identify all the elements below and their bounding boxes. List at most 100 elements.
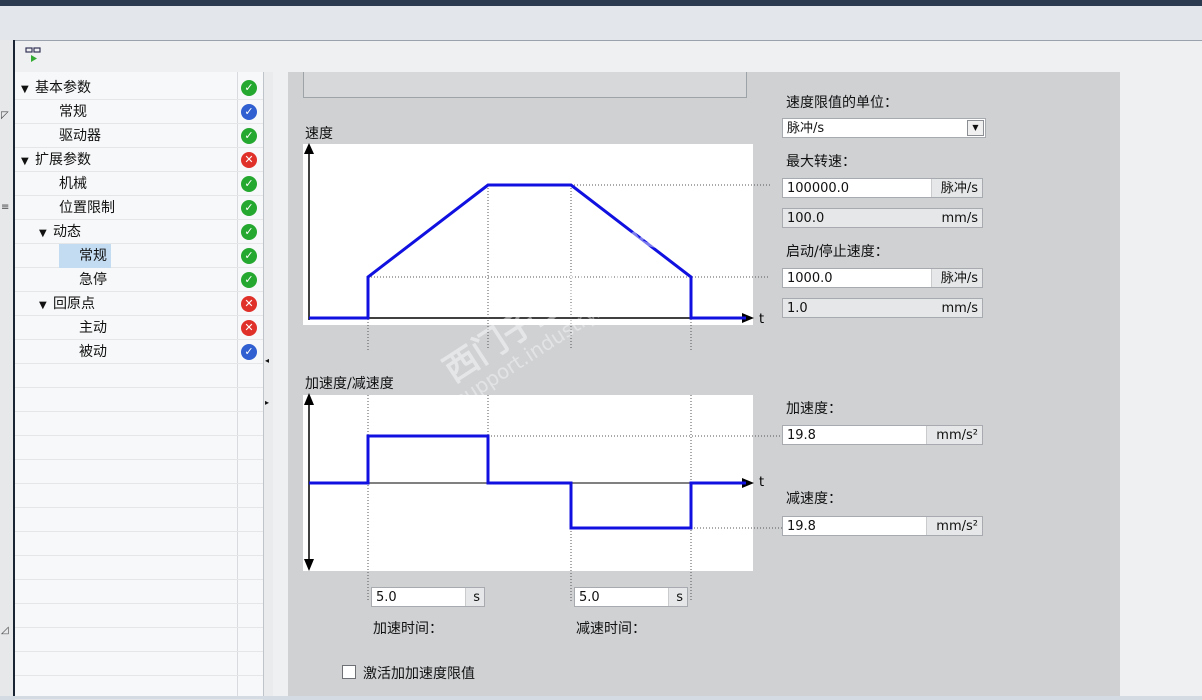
tree-item-label: 驱动器 [59, 128, 101, 144]
ok-status-icon: ✓ [241, 248, 257, 264]
expand-arrow-icon[interactable]: ▼ [39, 294, 53, 318]
tree-item[interactable]: 主动 [59, 316, 107, 340]
deceleration-unit: mm/s² [936, 519, 978, 534]
tree-item-label: 基本参数 [35, 80, 91, 96]
tree-item[interactable]: 位置限制 [39, 196, 115, 220]
deceleration-input[interactable]: 19.8 mm/s² [782, 516, 983, 536]
speed-unit-label: 速度限值的单位： [786, 95, 898, 111]
tree-item-label: 常规 [59, 104, 87, 120]
tree-item-label: 常规 [79, 248, 107, 264]
error-status-icon: ✕ [241, 152, 257, 168]
left-collapsed-panel: ◸ ≡ ◿ [0, 40, 15, 696]
tree-item[interactable]: 被动 [59, 340, 107, 364]
jerk-limit-label: 激活加加速度限值 [363, 666, 475, 682]
tree-row-divider [15, 531, 263, 532]
tree-row-divider [15, 339, 263, 340]
tree-row-divider [15, 603, 263, 604]
tree-row-divider [15, 387, 263, 388]
tree-item-label: 位置限制 [59, 200, 115, 216]
ok-status-icon: ✓ [241, 128, 257, 144]
info-status-icon: ✓ [241, 344, 257, 360]
toolbar [15, 41, 1202, 72]
decel-time-label: 减速时间： [576, 621, 646, 637]
tree-item-label: 主动 [79, 320, 107, 336]
decel-time-unit: s [676, 590, 683, 605]
acceleration-value: 19.8 [787, 428, 816, 443]
menu-icon[interactable]: ≡ [1, 202, 9, 213]
expand-arrow-icon[interactable]: ▼ [39, 222, 53, 246]
navigation-tree: ▼ 基本参数 ✓ 常规 ✓ 驱动器 ✓ ▼ 扩展参数 ✕ 机械 ✓ 位置限制 ✓ ▼ 动态 ✓ 常规 ✓ 急停 ✓ ▼ 回原… [15, 72, 263, 700]
title-bar [0, 6, 1202, 41]
tree-row-divider [15, 459, 263, 460]
ok-status-icon: ✓ [241, 272, 257, 288]
chevron-down-icon[interactable]: ▼ [967, 120, 984, 136]
tree-item[interactable]: ▼ 扩展参数 [21, 148, 91, 172]
max-speed-mm-unit: mm/s [941, 211, 978, 226]
ok-status-icon: ✓ [241, 80, 257, 96]
start-stop-speed-label: 启动/停止速度： [786, 244, 889, 260]
max-speed-mm-value: 100.0 [787, 211, 825, 226]
tree-row-divider [15, 507, 263, 508]
start-stop-speed-value: 1000.0 [787, 271, 833, 286]
acceleration-label: 加速度： [786, 401, 842, 417]
max-speed-unit: 脉冲/s [940, 181, 978, 196]
expand-right-icon[interactable]: ▸ [265, 398, 269, 407]
tree-row-divider [15, 675, 263, 676]
tree-item[interactable]: ▼ 回原点 [39, 292, 95, 316]
tree-row-divider [15, 627, 263, 628]
max-speed-value: 100000.0 [787, 181, 850, 196]
decel-time-input[interactable]: 5.0 s [574, 587, 688, 607]
tree-item-label: 扩展参数 [35, 152, 91, 168]
scroll-up-icon[interactable]: ◸ [1, 110, 9, 121]
expand-arrow-icon[interactable]: ▼ [21, 150, 35, 174]
tree-item[interactable]: 驱动器 [39, 124, 101, 148]
jerk-limit-checkbox[interactable] [342, 665, 356, 679]
collapse-left-icon[interactable]: ◂ [265, 356, 269, 365]
tree-item[interactable]: 机械 [39, 172, 87, 196]
start-stop-speed-input[interactable]: 1000.0 脉冲/s [782, 268, 983, 288]
tree-row-divider [15, 555, 263, 556]
tree-item-label: 回原点 [53, 296, 95, 312]
acceleration-unit: mm/s² [936, 428, 978, 443]
start-stop-mm-unit: mm/s [941, 301, 978, 316]
info-status-icon: ✓ [241, 104, 257, 120]
start-stop-mm-field: 1.0 mm/s [782, 298, 983, 318]
tree-row-divider [15, 579, 263, 580]
ok-status-icon: ✓ [241, 200, 257, 216]
header-box [303, 72, 747, 98]
accel-time-value: 5.0 [376, 590, 397, 605]
max-speed-mm-field: 100.0 mm/s [782, 208, 983, 228]
tree-row-divider [15, 651, 263, 652]
velocity-plot-area [303, 144, 753, 325]
decel-time-value: 5.0 [579, 590, 600, 605]
view-icon[interactable] [25, 46, 43, 64]
scroll-down-icon[interactable]: ◿ [1, 625, 9, 636]
accel-time-label: 加速时间： [373, 621, 443, 637]
tree-item-label: 动态 [53, 224, 81, 240]
panel-margin [273, 72, 288, 696]
tree-row-divider [15, 411, 263, 412]
max-speed-label: 最大转速： [786, 154, 856, 170]
error-status-icon: ✕ [241, 296, 257, 312]
expand-arrow-icon[interactable]: ▼ [21, 78, 35, 102]
ok-status-icon: ✓ [241, 224, 257, 240]
tree-row-divider [15, 363, 263, 364]
tree-row-divider [15, 483, 263, 484]
start-stop-mm-value: 1.0 [787, 301, 808, 316]
acceleration-input[interactable]: 19.8 mm/s² [782, 425, 983, 445]
deceleration-value: 19.8 [787, 519, 816, 534]
tree-item[interactable]: 常规 [59, 244, 111, 268]
tree-item[interactable]: 常规 [39, 100, 87, 124]
tree-item[interactable]: 急停 [59, 268, 107, 292]
error-status-icon: ✕ [241, 320, 257, 336]
tree-item[interactable]: ▼ 基本参数 [21, 76, 91, 100]
accel-time-input[interactable]: 5.0 s [371, 587, 485, 607]
speed-unit-dropdown[interactable]: 脉冲/s ▼ [782, 118, 986, 138]
max-speed-input[interactable]: 100000.0 脉冲/s [782, 178, 983, 198]
start-stop-speed-unit: 脉冲/s [940, 271, 978, 286]
right-margin [1120, 72, 1202, 696]
accel-chart: t [303, 393, 784, 602]
tree-row-divider [15, 435, 263, 436]
velocity-t-label: t [759, 312, 764, 327]
tree-item[interactable]: ▼ 动态 [39, 220, 81, 244]
